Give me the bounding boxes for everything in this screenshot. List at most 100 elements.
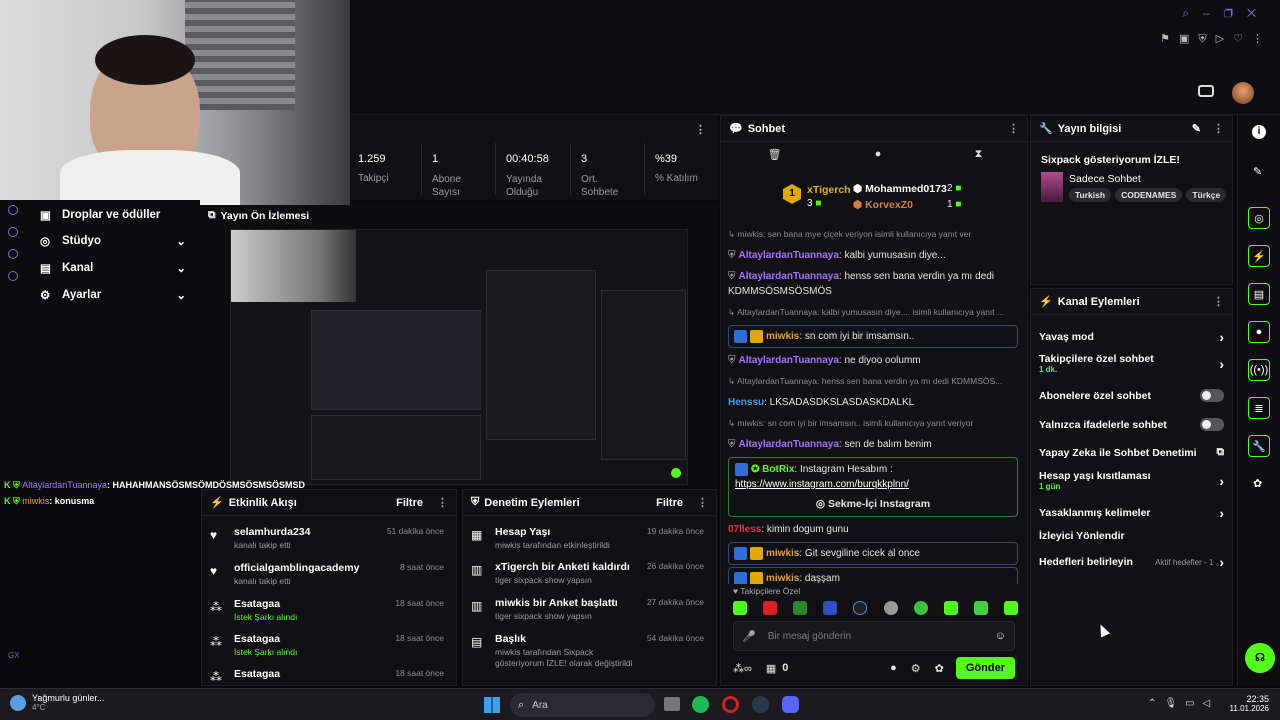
theater-icon[interactable] (1198, 85, 1214, 97)
chat-settings-icon[interactable]: ● (890, 662, 897, 674)
close-icon[interactable]: ✕ (1247, 6, 1270, 20)
mic-icon[interactable]: 🎤 (742, 630, 756, 643)
rank-1-name[interactable]: xTigerch (807, 184, 851, 196)
bot-link[interactable]: https://www.instagram.com/burqkkplnn/ (735, 479, 1011, 490)
emote[interactable] (883, 601, 898, 615)
chat-username[interactable]: miwkis (766, 331, 799, 342)
nav-studio[interactable]: ◎ Stüdyo ⌄ (40, 234, 186, 248)
emote[interactable] (973, 601, 988, 615)
hourglass-icon[interactable]: ⧗ (975, 148, 983, 161)
crop-icon[interactable]: ▣ (1179, 33, 1198, 45)
emote[interactable] (1003, 601, 1018, 615)
stats-more-icon[interactable]: ⋮ (695, 123, 706, 136)
restore-icon[interactable]: ❐ (1224, 6, 1247, 20)
gear-icon[interactable]: ⚙ (911, 662, 921, 675)
edit-icon[interactable]: ✎ (1192, 122, 1201, 135)
channel-action-item[interactable]: Yapay Zeka ile Sohbet Denetimi ⧉ (1039, 446, 1224, 459)
chat-input[interactable]: 🎤 Bir mesaj gönderin ☺ (733, 621, 1015, 651)
moderation-item[interactable]: ▥ xTigerch bir Anketi kaldırdı tiger sixpa… (471, 561, 708, 591)
chat-username[interactable]: miwkis (766, 573, 799, 584)
chat-username[interactable]: AltaylardanTuannaya (739, 271, 839, 282)
toggle-switch[interactable] (1200, 418, 1224, 431)
channel-action-item[interactable]: Abonelere özel sohbet (1039, 389, 1224, 402)
filter-button[interactable]: Filtre (396, 497, 423, 509)
chat-username[interactable]: AltaylardanTuannaya (739, 250, 839, 261)
chat-username[interactable]: miwkis (766, 548, 799, 559)
moderation-item[interactable]: ▥ miwkis bir Anket başlattı tiger sixpack … (471, 597, 708, 627)
broadcast-icon[interactable]: ((•)) (1248, 359, 1270, 381)
bot-username[interactable]: BotRix (762, 464, 794, 475)
chat-username[interactable]: AltaylardanTuannaya (739, 355, 839, 366)
more-icon[interactable]: ⋮ (1213, 122, 1224, 135)
emote[interactable] (943, 601, 958, 615)
emote[interactable] (913, 601, 928, 615)
activity-item[interactable]: ♥ officialgamblingacademy kanalı takip ett… (210, 562, 448, 592)
rank-3-name[interactable]: ⬢ KorvexZ0 (853, 199, 913, 211)
rank-2-name[interactable]: ⬢ Mohammed0173 (853, 183, 947, 195)
chat-bubble-icon[interactable]: ● (875, 148, 882, 161)
send-button[interactable]: Gönder (955, 657, 1015, 679)
shield-icon[interactable]: ⛨ (1198, 33, 1215, 45)
minimize-icon[interactable]: – (1203, 6, 1224, 20)
activity-item[interactable]: ⁂ Esatagaa İstek Şarkı alındı 18 saat önce (210, 598, 448, 628)
more-icon[interactable]: ⋮ (1008, 122, 1019, 135)
rail-icon[interactable] (8, 249, 18, 259)
tag[interactable]: Turkish (1069, 188, 1112, 202)
avatar[interactable] (1232, 82, 1254, 104)
emote[interactable] (823, 601, 838, 615)
more-icon[interactable]: ⋮ (1213, 295, 1224, 308)
lightning-icon[interactable]: ⚡ (1248, 245, 1270, 267)
list-icon[interactable]: ≣ (1248, 397, 1270, 419)
display-icon[interactable]: ▭ (1185, 698, 1202, 709)
document-icon[interactable]: ▤ (1248, 283, 1270, 305)
chat-username[interactable]: AltaylardanTuannaya (739, 439, 839, 450)
support-button[interactable]: ☊ (1245, 643, 1275, 673)
nav-channel[interactable]: ▤ Kanal ⌄ (40, 261, 186, 275)
chat-username[interactable]: 07lless (728, 524, 761, 535)
viewers-icon[interactable]: ⁂∞ (733, 662, 752, 675)
channel-action-item[interactable]: Yalnızca ifadelerle sohbet (1039, 418, 1224, 431)
clip-icon[interactable]: ◎ (1248, 207, 1270, 229)
weather-widget[interactable]: Yağmurlu günler... 4°C (10, 693, 104, 712)
activity-item[interactable]: ⁂ Esatagaa İstek Şarkı alındı 18 saat önce (210, 633, 448, 663)
preview-video[interactable] (230, 229, 688, 485)
channel-action-item[interactable]: Takipçilere özel sohbet 1 dk. › (1039, 353, 1224, 374)
tag[interactable]: CODENAMES (1115, 188, 1183, 202)
trash-icon[interactable]: 🗑 (768, 148, 782, 161)
moderation-item[interactable]: ▦ Hesap Yaşı miwkis tarafından etkinleştir… (471, 526, 708, 556)
more-icon[interactable]: ⋮ (437, 496, 448, 509)
instagram-button[interactable]: ◎ Sekme-İçi Instagram (735, 492, 1011, 512)
mod-icon[interactable]: ✿ (1253, 477, 1262, 490)
channel-action-item[interactable]: İzleyici Yönlendir (1039, 530, 1224, 542)
mic-icon[interactable]: 🎙 (1164, 698, 1185, 709)
rail-icon[interactable] (8, 205, 18, 215)
channel-action-item[interactable]: Yasaklanmış kelimeler › (1039, 505, 1224, 521)
emote[interactable] (733, 601, 747, 615)
spotify-icon[interactable] (692, 696, 709, 713)
activity-item[interactable]: ♥ selamhurda234 kanalı takip etti 51 dakika… (210, 526, 448, 556)
channel-action-item[interactable]: Yavaş mod › (1039, 329, 1224, 345)
steam-icon[interactable] (752, 696, 769, 713)
heart-icon[interactable]: ♡ (1233, 33, 1252, 45)
rail-icon[interactable] (8, 227, 18, 237)
play-icon[interactable]: ▷ (1216, 33, 1233, 45)
more-icon[interactable]: ⋮ (1252, 33, 1272, 45)
edit-icon[interactable]: ✎ (1253, 165, 1262, 178)
channel-action-item[interactable]: Hedefleri belirleyin Aktif hedefler - 1 › (1039, 554, 1224, 570)
chat-username[interactable]: Henssu (728, 397, 764, 408)
volume-icon[interactable]: ◁ (1203, 698, 1219, 709)
more-icon[interactable]: ⋮ (697, 496, 708, 509)
chevron-up-icon[interactable]: ⌃ (1148, 698, 1164, 709)
search-icon[interactable]: ⌕ (1182, 6, 1203, 20)
emoji-icon[interactable]: ☺ (995, 630, 1006, 642)
emote[interactable] (763, 601, 778, 615)
wrench-icon[interactable]: 🔧 (1248, 435, 1270, 457)
rail-icon[interactable] (8, 271, 18, 281)
chat-icon[interactable]: ● (1248, 321, 1270, 343)
discord-icon[interactable] (782, 696, 799, 713)
emote[interactable] (853, 601, 868, 615)
channel-action-item[interactable]: Hesap yaşı kısıtlaması 1 gün › (1039, 470, 1224, 491)
taskbar-search[interactable]: ⌕ Ara (510, 693, 655, 717)
opera-icon[interactable] (722, 696, 739, 713)
tag[interactable]: Türkçe (1186, 188, 1227, 202)
